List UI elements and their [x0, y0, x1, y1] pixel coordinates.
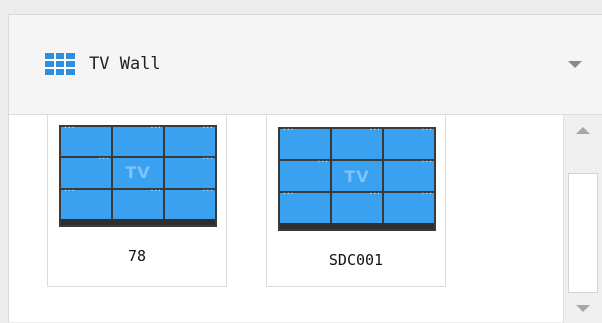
scroll-down-arrow-icon[interactable]	[576, 305, 590, 312]
tv-wall-name: 78	[127, 247, 147, 265]
tv-wall-item-78[interactable]: TV 78	[47, 115, 227, 287]
tv-wall-grid-icon	[45, 53, 75, 75]
tv-wall-panel: TV Wall TV 78 TV	[8, 14, 602, 323]
tv-wall-list: TV 78 TV SDC001	[9, 115, 563, 323]
tv-wall-thumbnail-icon: TV	[278, 125, 436, 231]
tv-wall-item-sdc001[interactable]: TV SDC001	[266, 115, 446, 287]
tv-screen-label: TV	[125, 163, 151, 183]
tv-wall-thumbnail-icon: TV	[59, 123, 217, 227]
vertical-scrollbar[interactable]	[563, 115, 602, 323]
chevron-down-icon[interactable]	[568, 61, 582, 68]
scrollbar-thumb[interactable]	[568, 173, 598, 293]
tv-screen-label: TV	[344, 166, 370, 186]
tv-wall-header[interactable]: TV Wall	[9, 15, 602, 115]
tv-wall-title: TV Wall	[89, 54, 161, 74]
scroll-up-arrow-icon[interactable]	[576, 127, 590, 134]
tv-wall-name: SDC001	[328, 251, 384, 269]
